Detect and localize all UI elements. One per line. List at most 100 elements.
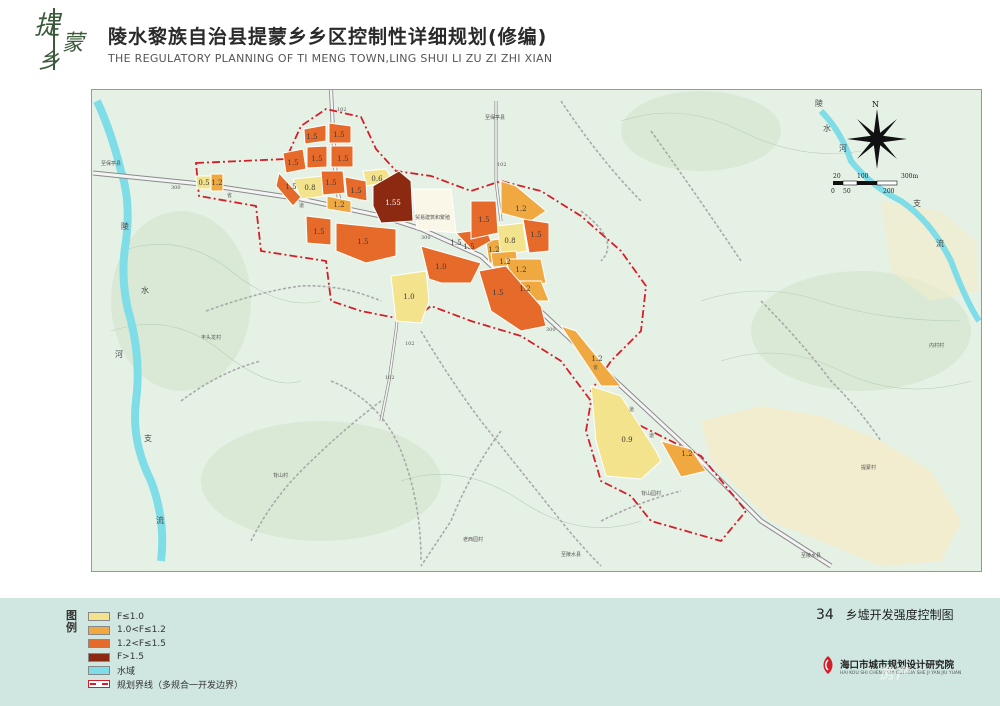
parcel-label: 1.5 <box>306 133 317 141</box>
legend-label: 1.0<F≤1.2 <box>117 625 166 636</box>
sheet-name: 乡墟开发强度控制图 <box>845 608 954 622</box>
logo-char-1: 提 <box>34 11 63 41</box>
parcel-label: 1.2 <box>211 179 222 187</box>
scale-tick: 300m <box>901 173 918 180</box>
parcel-label: 1.5 <box>463 243 474 251</box>
town-logo: 提 蒙 乡 <box>34 8 88 72</box>
road-number: 102 <box>405 341 415 347</box>
parcel-label: 0.8 <box>504 237 515 245</box>
parcel-label: 0.8 <box>304 184 315 192</box>
road-label: 至陵水县 <box>801 552 821 559</box>
village-label: 丰头龙村 <box>201 334 221 341</box>
logo-char-3: 乡 <box>38 49 60 72</box>
parcel-label: 1.0 <box>403 293 414 301</box>
header: 提 蒙 乡 陵水黎族自治县提蒙乡乡区控制性详细规划(修编) THE REGULA… <box>0 0 1000 80</box>
road-number: 300 <box>546 327 556 333</box>
parcel-label: 1.5 <box>450 239 461 247</box>
road-number: 300 <box>421 235 431 241</box>
legend-item: F≤1.0 <box>88 610 243 624</box>
legend-item: 1.0<F≤1.2 <box>88 624 243 638</box>
road-number: 102 <box>337 107 347 113</box>
legend-item: 水域 <box>88 664 243 678</box>
parcel-label: 1.5 <box>492 289 503 297</box>
legend-item: F>1.5 <box>88 651 243 665</box>
village-label: 老西园村 <box>463 536 483 543</box>
parcel-label: 1.5 <box>357 238 368 246</box>
village-label: 提蒙村 <box>861 464 876 471</box>
legend-swatch <box>88 652 110 662</box>
parcel-label: 1.0 <box>435 263 446 271</box>
north-label: N <box>872 100 879 109</box>
parcel-label: 1.2 <box>333 201 344 209</box>
legend-swatch-boundary <box>88 680 110 689</box>
parcel-label: 1.5 <box>311 155 322 163</box>
parcel-label: 1.2 <box>591 355 602 363</box>
road-number: 300 <box>171 185 181 191</box>
road-label: 至保亭县 <box>485 114 505 121</box>
sheet-title: 34 乡墟开发强度控制图 <box>816 606 954 623</box>
legend-label: 规划界线（多规合一开发边界） <box>117 680 244 691</box>
page-subtitle: THE REGULATORY PLANNING OF TI MENG TOWN,… <box>108 52 553 65</box>
parcel-label: 1.5 <box>287 159 298 167</box>
logo-char-2: 蒙 <box>62 31 88 56</box>
page-title: 陵水黎族自治县提蒙乡乡区控制性详细规划(修编) <box>108 26 548 48</box>
parcel-label: 1.5 <box>285 183 296 191</box>
parcel-label: 0.5 <box>198 179 209 187</box>
parcel-label: 1.5 <box>313 228 324 236</box>
parcel-label: 1.2 <box>515 266 526 274</box>
road-number: 102 <box>497 162 507 168</box>
river-label: 河 <box>115 349 123 359</box>
road-char: 省 <box>227 192 232 199</box>
scale-tick: 50 <box>843 188 851 195</box>
parcel-label: 1.55 <box>385 199 401 207</box>
legend-item: 1.2<F≤1.5 <box>88 637 243 651</box>
parcel-label: 1.2 <box>499 258 510 266</box>
parcel-label: 1.5 <box>530 231 541 239</box>
parcel-label: 1.5 <box>337 155 348 163</box>
river-label: 支 <box>913 198 921 208</box>
watermark: 房产 <box>880 664 913 682</box>
road-char: 道 <box>649 432 654 439</box>
river-label: 水 <box>141 285 149 295</box>
legend: F≤1.0 1.0<F≤1.2 1.2<F≤1.5 F>1.5 水域 规划界线（… <box>88 610 243 691</box>
legend-heading: 图例 <box>66 609 77 634</box>
legend-swatch <box>88 625 110 635</box>
scale-tick: 200 <box>883 188 895 195</box>
parcel-label: 0.9 <box>621 436 632 444</box>
legend-swatch <box>88 612 110 622</box>
parcel-label: 1.5 <box>478 216 489 224</box>
river-label: 流 <box>936 238 944 248</box>
legend-swatch <box>88 666 110 676</box>
road-number: 102 <box>385 375 395 381</box>
river-label: 河 <box>839 143 847 153</box>
road-label: 至保亭县 <box>101 160 121 167</box>
scale-tick: 20 <box>833 173 841 180</box>
planning-map[interactable]: 1.5 1.5 1.5 1.5 1.5 1.5 1.5 1.5 0.8 0.6 … <box>92 90 981 571</box>
river-label: 陵 <box>121 222 129 231</box>
road-char: 省 <box>593 364 598 371</box>
legend-label: 水域 <box>117 667 136 678</box>
scale-tick: 100 <box>857 173 869 180</box>
river-label: 水 <box>823 123 831 133</box>
parcel-label: 1.2 <box>519 285 530 293</box>
parcel-label: 1.5 <box>333 131 344 139</box>
parcel-label: 0.6 <box>371 175 383 183</box>
village-label: 背山村 <box>273 472 288 479</box>
village-label: 背山园村 <box>641 490 661 497</box>
legend-label: F≤1.0 <box>117 611 145 622</box>
institute-logo-icon <box>823 656 833 674</box>
parcel-label: 1.5 <box>325 179 336 187</box>
legend-label: 1.2<F≤1.5 <box>117 638 166 649</box>
river-label: 流 <box>156 515 164 525</box>
map-frame[interactable]: 1.5 1.5 1.5 1.5 1.5 1.5 1.5 1.5 0.8 0.6 … <box>91 89 982 572</box>
road-label: 至陵水县 <box>561 551 581 558</box>
river-label: 支 <box>144 433 152 443</box>
village-label: 内村村 <box>929 342 944 349</box>
facility-label: 贸易建筑和繁殖 <box>415 214 450 221</box>
parcel-label: 1.2 <box>488 246 499 254</box>
sheet-number: 34 <box>816 607 834 623</box>
legend-item: 规划界线（多规合一开发边界） <box>88 678 243 692</box>
parcel-label: 1.2 <box>515 205 526 213</box>
road-char: 道 <box>629 406 634 413</box>
scale-tick: 0 <box>831 188 835 195</box>
